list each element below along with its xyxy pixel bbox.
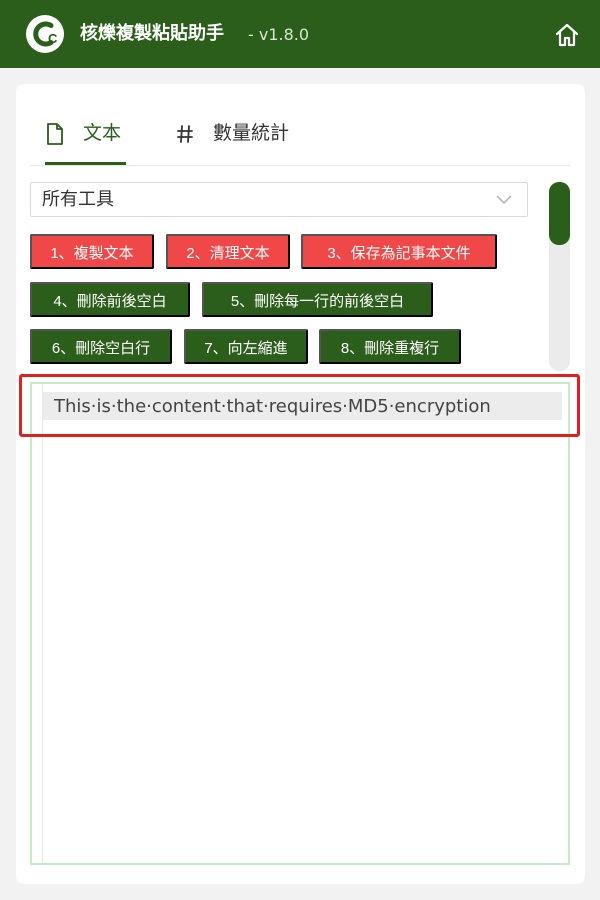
tab-count-stats[interactable]: 數量統計 (175, 112, 315, 166)
text-editor[interactable] (30, 382, 570, 865)
app-version: - v1.8.0 (248, 25, 310, 44)
editor-gutter (42, 384, 43, 863)
chevron-down-icon (496, 195, 512, 204)
clean-text-button[interactable]: 2、清理文本 (166, 234, 290, 269)
cc-logo-icon: C (26, 15, 64, 53)
tool-category-value: 所有工具 (42, 189, 114, 210)
document-icon (47, 123, 63, 145)
home-icon[interactable] (553, 21, 581, 49)
tool-category-select[interactable]: 所有工具 (30, 182, 528, 217)
editor-content[interactable]: This·is·the·content·that·requires·MD5·en… (54, 395, 491, 419)
indent-left-button[interactable]: 7、向左縮進 (184, 329, 308, 364)
tab-count-stats-label: 數量統計 (213, 122, 290, 144)
trim-whitespace-button[interactable]: 4、刪除前後空白 (30, 282, 190, 317)
svg-text:C: C (48, 31, 58, 46)
app-title: 核爍複製粘貼助手 (80, 23, 224, 44)
delete-blank-lines-button[interactable]: 6、刪除空白行 (30, 329, 172, 364)
tools-scrollbar-thumb[interactable] (549, 182, 570, 245)
tab-text-label: 文本 (83, 122, 122, 144)
tab-text[interactable]: 文本 (45, 112, 135, 166)
trim-each-line-button[interactable]: 5、刪除每一行的前後空白 (202, 282, 433, 317)
tab-divider (30, 165, 570, 166)
hash-icon (177, 125, 193, 143)
app-header: C 核爍複製粘貼助手 - v1.8.0 (0, 0, 600, 68)
save-as-notepad-button[interactable]: 3、保存為記事本文件 (301, 234, 497, 269)
delete-duplicate-lines-button[interactable]: 8、刪除重複行 (319, 329, 461, 364)
copy-text-button[interactable]: 1、複製文本 (30, 234, 154, 269)
